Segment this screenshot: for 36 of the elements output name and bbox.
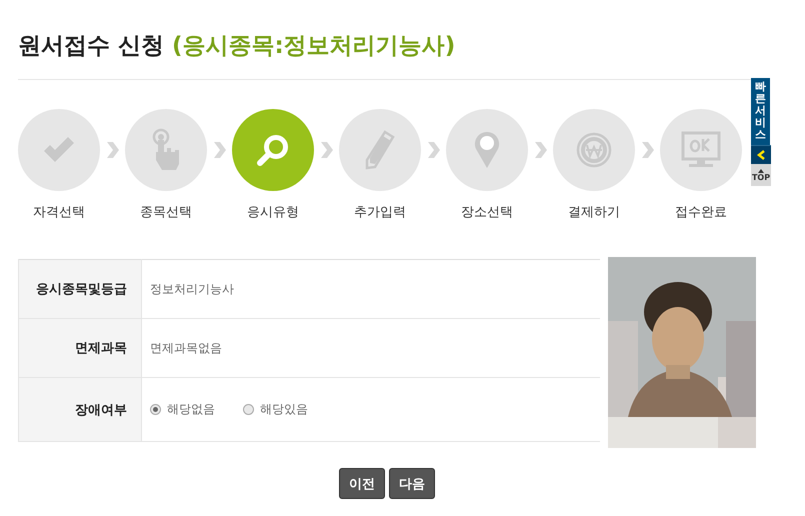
chevron-icon [320,141,334,159]
step-label: 결제하기 [568,204,620,221]
step-label: 응시유형 [247,204,299,221]
map-pin-icon [474,131,500,169]
page-title: 원서접수 신청 (응시종목:정보처리기능사) [18,30,756,80]
chevron-icon [640,141,654,159]
pointing-hand-icon [151,128,181,172]
field-label: 장애여부 [18,378,142,442]
won-coin-icon [576,132,612,168]
top-button[interactable]: TOP [751,164,771,186]
field-label: 응시종목및등급 [18,260,142,318]
step-label: 추가입력 [354,204,406,221]
chevron-icon [426,141,440,159]
step-label: 종목선택 [140,204,192,221]
nav-button[interactable]: 다음 [389,468,435,499]
nav-button[interactable]: 이전 [339,468,385,499]
chevron-left-icon[interactable] [757,150,765,160]
chevron-icon [212,141,226,159]
search-icon [256,133,290,167]
field-value: 정보처리기능사 [142,260,600,318]
step-label: 장소선택 [461,204,513,221]
monitor-ok-icon [681,131,721,169]
radio-button[interactable] [150,404,161,415]
chevron-icon [106,141,120,159]
field-label: 면제과목 [18,318,142,378]
field-value: 면제과목없음 [142,318,600,378]
quick-service-tab[interactable]: 빠른서비스 [751,78,770,146]
step-label: 접수완료 [675,204,727,221]
radio-button[interactable] [243,404,254,415]
radio-option[interactable]: 해당없음 [150,401,215,418]
radio-option[interactable]: 해당있음 [243,401,308,418]
step-label: 자격선택 [33,204,85,221]
up-arrow-icon [758,168,764,173]
chevron-icon [534,141,548,159]
pencil-icon [365,130,395,170]
check-icon [42,136,76,164]
